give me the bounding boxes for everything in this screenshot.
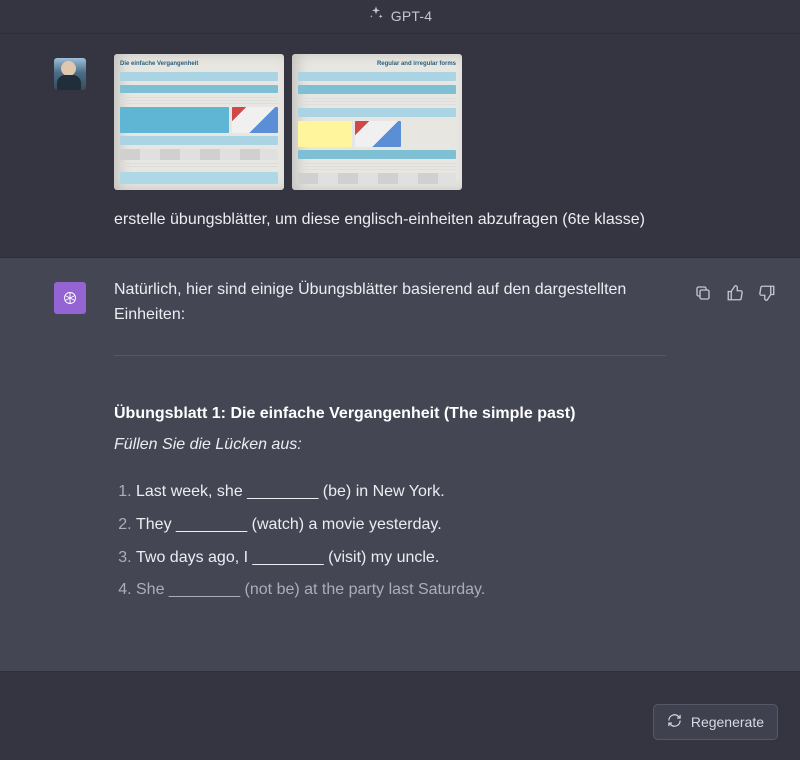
list-item: She ________ (not be) at the party last … xyxy=(136,578,666,603)
avatar xyxy=(54,282,86,314)
user-prompt: erstelle übungsblätter, um diese englisc… xyxy=(114,208,694,233)
model-header: GPT-4 xyxy=(0,0,800,34)
assistant-intro: Natürlich, hier sind einige Übungsblätte… xyxy=(114,278,666,328)
user-message: Die einfache Vergangenheit Regular and i… xyxy=(0,34,800,257)
sparkle-icon xyxy=(368,5,384,28)
worksheet-title: Übungsblatt 1: Die einfache Vergangenhei… xyxy=(114,402,666,427)
model-name: GPT-4 xyxy=(391,6,432,28)
divider xyxy=(114,355,666,356)
avatar xyxy=(54,58,86,90)
refresh-icon xyxy=(667,713,682,731)
attachment-image[interactable]: Regular and irregular forms xyxy=(292,54,462,190)
worksheet-subtitle: Füllen Sie die Lücken aus: xyxy=(114,433,666,458)
list-item: Last week, she ________ (be) in New York… xyxy=(136,480,666,505)
assistant-message: Natürlich, hier sind einige Übungsblätte… xyxy=(0,257,800,672)
attachment-thumbnails: Die einfache Vergangenheit Regular and i… xyxy=(114,54,694,190)
regenerate-button[interactable]: Regenerate xyxy=(653,704,778,740)
list-item: Two days ago, I ________ (visit) my uncl… xyxy=(136,546,666,571)
copy-icon[interactable] xyxy=(694,284,712,302)
regenerate-label: Regenerate xyxy=(691,714,764,730)
list-item: They ________ (watch) a movie yesterday. xyxy=(136,513,666,538)
thumbs-up-icon[interactable] xyxy=(726,284,744,302)
thumbs-down-icon[interactable] xyxy=(758,284,776,302)
exercise-list: Last week, she ________ (be) in New York… xyxy=(114,480,666,603)
attachment-image[interactable]: Die einfache Vergangenheit xyxy=(114,54,284,190)
